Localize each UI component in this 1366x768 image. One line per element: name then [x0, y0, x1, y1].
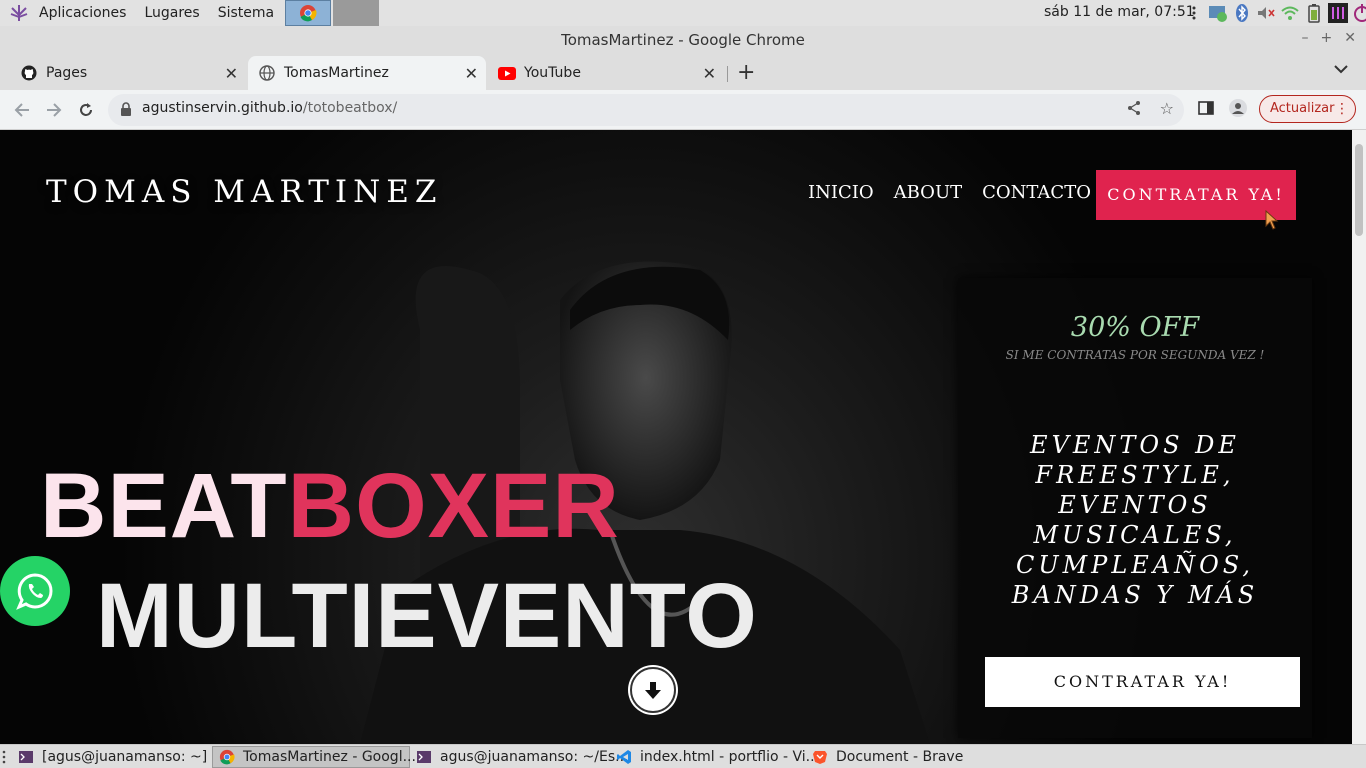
promo-discount: 30% OFF [1070, 312, 1200, 343]
tab-youtube[interactable]: YouTube ✕ [488, 56, 724, 90]
nav-about[interactable]: ABOUT [894, 182, 963, 203]
volume-muted-icon[interactable] [1256, 2, 1276, 24]
taskbar-item-chrome[interactable]: TomasMartinez - Googl... [212, 745, 416, 768]
bookmark-star-icon[interactable]: ☆ [1160, 99, 1174, 118]
taskbar-item-terminal-1[interactable]: [agus@juanamanso: ~] [12, 746, 212, 768]
globe-icon [258, 64, 276, 82]
desktop-taskbar: [agus@juanamanso: ~] TomasMartinez - Goo… [0, 744, 1366, 768]
minimize-icon[interactable]: – [1302, 30, 1309, 46]
page-scrollbar[interactable] [1352, 130, 1366, 744]
headline-beat: BEAT [40, 455, 288, 557]
url-host: agustinservin.github.io [142, 100, 303, 116]
tab-tomasmartinez[interactable]: TomasMartinez ✕ [248, 56, 486, 90]
taskbar-item-brave[interactable]: Document - Brave [806, 746, 966, 768]
promo-subtitle: SI ME CONTRATAS POR SEGUNDA VEZ ! [1005, 348, 1265, 362]
youtube-icon [498, 64, 516, 82]
update-label: Actualizar [1270, 101, 1335, 116]
clock[interactable]: sáb 11 de mar, 07:51 [1044, 4, 1195, 20]
close-tab-icon[interactable]: ✕ [703, 64, 716, 83]
headline-boxer: BOXER [287, 455, 620, 557]
back-icon[interactable] [10, 98, 34, 122]
tab-strip: Pages ✕ TomasMartinez ✕ YouTube ✕ [0, 56, 1366, 90]
taskbar-label: Document - Brave [836, 748, 964, 765]
system-tray [1184, 2, 1366, 24]
close-tab-icon[interactable]: ✕ [225, 64, 238, 83]
nav-inicio[interactable]: INICIO [808, 182, 874, 203]
url-text[interactable]: agustinservin.github.io/totobeatbox/ [142, 100, 397, 116]
more-menu-icon[interactable]: ⋮ [1335, 96, 1349, 122]
update-chrome-button[interactable]: Actualizar ⋮ [1259, 95, 1356, 123]
tab-label: YouTube [524, 65, 581, 81]
update-manager-icon[interactable] [1208, 2, 1228, 24]
taskbar-label: index.html - portflio - Vi... [640, 748, 820, 765]
taskbar-label: agus@juanamanso: ~/Es... [440, 748, 629, 765]
scrollbar-thumb[interactable] [1355, 144, 1363, 236]
promo-events-text: EVENTOS DE FREESTYLE, EVENTOS MUSICALES,… [1011, 431, 1259, 609]
close-tab-icon[interactable]: ✕ [465, 64, 478, 83]
workspace-1[interactable] [285, 0, 332, 26]
bluetooth-icon[interactable] [1232, 2, 1252, 24]
power-icon[interactable] [1352, 2, 1366, 24]
reload-icon[interactable] [74, 98, 98, 122]
new-tab-button[interactable]: + [737, 60, 755, 85]
github-icon [20, 64, 38, 82]
taskbar-handle [2, 749, 12, 765]
menu-lugares[interactable]: Lugares [135, 5, 208, 21]
hero-headline-beatboxer: BEATBOXER [40, 456, 620, 556]
forward-icon[interactable] [42, 98, 66, 122]
whatsapp-button[interactable] [0, 556, 70, 626]
browser-toolbar: agustinservin.github.io/totobeatbox/ ☆ A… [0, 90, 1366, 130]
taskbar-label: [agus@juanamanso: ~] [42, 748, 208, 765]
promo-contratar-button[interactable]: CONTRATAR YA! [985, 657, 1300, 707]
web-page: TOMAS MARTINEZ INICIO ABOUT CONTACTO CON… [0, 130, 1352, 744]
terminal-icon [416, 749, 432, 765]
tab-label: Pages [46, 65, 88, 81]
main-nav: INICIO ABOUT CONTACTO [808, 182, 1091, 203]
chrome-icon [219, 749, 235, 765]
url-path: /totobeatbox/ [302, 100, 398, 116]
tab-separator [727, 66, 728, 82]
drag-handle-icon [1184, 2, 1204, 24]
profile-avatar-icon[interactable] [1228, 98, 1250, 120]
tab-label: TomasMartinez [284, 65, 389, 81]
site-logo-title[interactable]: TOMAS MARTINEZ [46, 174, 442, 210]
menu-aplicaciones[interactable]: Aplicaciones [30, 5, 135, 21]
hero-headline-multievento: MULTIEVENTO [96, 565, 758, 667]
wifi-icon[interactable] [1280, 2, 1300, 24]
scroll-down-button[interactable] [630, 667, 676, 713]
whatsapp-icon [16, 573, 53, 610]
brave-icon [812, 749, 828, 765]
battery-icon[interactable] [1304, 2, 1324, 24]
mouse-cursor-icon [1264, 209, 1279, 234]
workspace-2[interactable] [333, 0, 380, 26]
taskbar-item-terminal-2[interactable]: agus@juanamanso: ~/Es... [410, 746, 628, 768]
close-window-icon[interactable]: ✕ [1344, 30, 1356, 46]
chrome-icon [300, 5, 317, 22]
mate-logo-icon[interactable] [8, 2, 30, 24]
vscode-icon [616, 749, 632, 765]
taskbar-label: TomasMartinez - Googl... [243, 748, 416, 765]
menu-sistema[interactable]: Sistema [209, 5, 283, 21]
lock-icon[interactable] [120, 102, 132, 120]
desktop-top-panel: Aplicaciones Lugares Sistema sáb 11 de m… [0, 0, 1366, 26]
window-controls: – + ✕ [1302, 30, 1356, 46]
tab-pages[interactable]: Pages ✕ [10, 56, 246, 90]
promo-card: 30% OFF SI ME CONTRATAS POR SEGUNDA VEZ … [958, 278, 1312, 738]
nav-contacto[interactable]: CONTACTO [982, 182, 1091, 203]
arrow-down-icon [645, 682, 661, 699]
taskbar-item-vscode[interactable]: index.html - portflio - Vi... [610, 746, 819, 768]
address-bar[interactable]: agustinservin.github.io/totobeatbox/ ☆ [108, 94, 1184, 126]
tab-search-icon[interactable] [1334, 62, 1348, 78]
maximize-icon[interactable]: + [1321, 30, 1333, 46]
side-panel-icon[interactable] [1198, 100, 1216, 118]
share-icon[interactable] [1126, 100, 1142, 120]
terminal-icon [18, 749, 34, 765]
equalizer-icon[interactable] [1328, 2, 1348, 24]
window-title: TomasMartinez - Google Chrome [0, 26, 1366, 56]
